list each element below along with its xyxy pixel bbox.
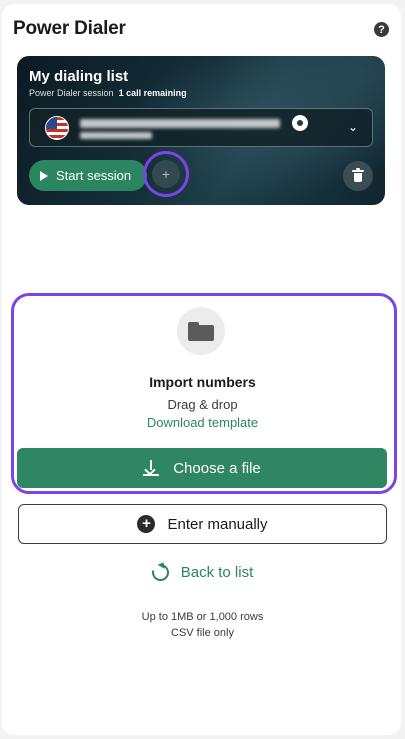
download-template-link[interactable]: Download template <box>2 415 403 430</box>
dialing-list-title: My dialing list <box>29 68 129 85</box>
back-to-list-button[interactable]: Back to list <box>2 560 403 584</box>
plus-circle-icon: + <box>137 515 156 533</box>
power-dialer-panel: Power Dialer ? My dialing list Power Dia… <box>2 4 401 735</box>
start-session-button[interactable]: Start session <box>29 160 147 191</box>
add-to-list-button[interactable]: + <box>152 160 180 188</box>
whatsapp-icon <box>292 115 308 131</box>
delete-list-button[interactable] <box>343 161 373 191</box>
help-icon[interactable]: ? <box>374 22 389 37</box>
drag-drop-hint: Drag & drop <box>167 397 238 412</box>
calls-remaining: 1 call remaining <box>118 88 187 98</box>
upload-limit-format: CSV file only <box>171 627 234 639</box>
session-info: Power Dialer session 1 call remaining <box>29 88 187 98</box>
us-flag-icon <box>45 116 69 140</box>
session-label: Power Dialer session <box>29 88 114 98</box>
upload-limit-size: Up to 1MB or 1,000 rows <box>141 611 264 623</box>
enter-manually-label: Enter manually <box>167 515 268 533</box>
start-session-label: Start session <box>56 168 132 183</box>
download-icon <box>143 460 160 476</box>
refresh-icon <box>148 560 172 584</box>
folder-badge <box>177 307 225 355</box>
choose-file-button[interactable]: Choose a file <box>17 448 387 488</box>
play-icon <box>40 170 48 181</box>
folder-icon <box>188 321 214 341</box>
redacted-number-text <box>80 119 280 128</box>
header: Power Dialer ? <box>13 18 389 44</box>
chevron-down-icon[interactable]: ⌄ <box>348 120 358 134</box>
page-title: Power Dialer <box>13 18 126 39</box>
import-title: Import numbers <box>149 374 256 390</box>
phone-number-dropdown[interactable]: ⌄ <box>29 108 373 147</box>
dialing-list-card: My dialing list Power Dialer session 1 c… <box>17 56 385 205</box>
enter-manually-button[interactable]: + Enter manually <box>18 504 387 544</box>
redacted-number-subtext <box>80 132 152 139</box>
choose-file-label: Choose a file <box>173 459 261 477</box>
upload-limits: Up to 1MB or 1,000 rows CSV file only <box>2 609 403 641</box>
trash-icon <box>352 168 364 182</box>
back-to-list-label: Back to list <box>180 563 254 581</box>
